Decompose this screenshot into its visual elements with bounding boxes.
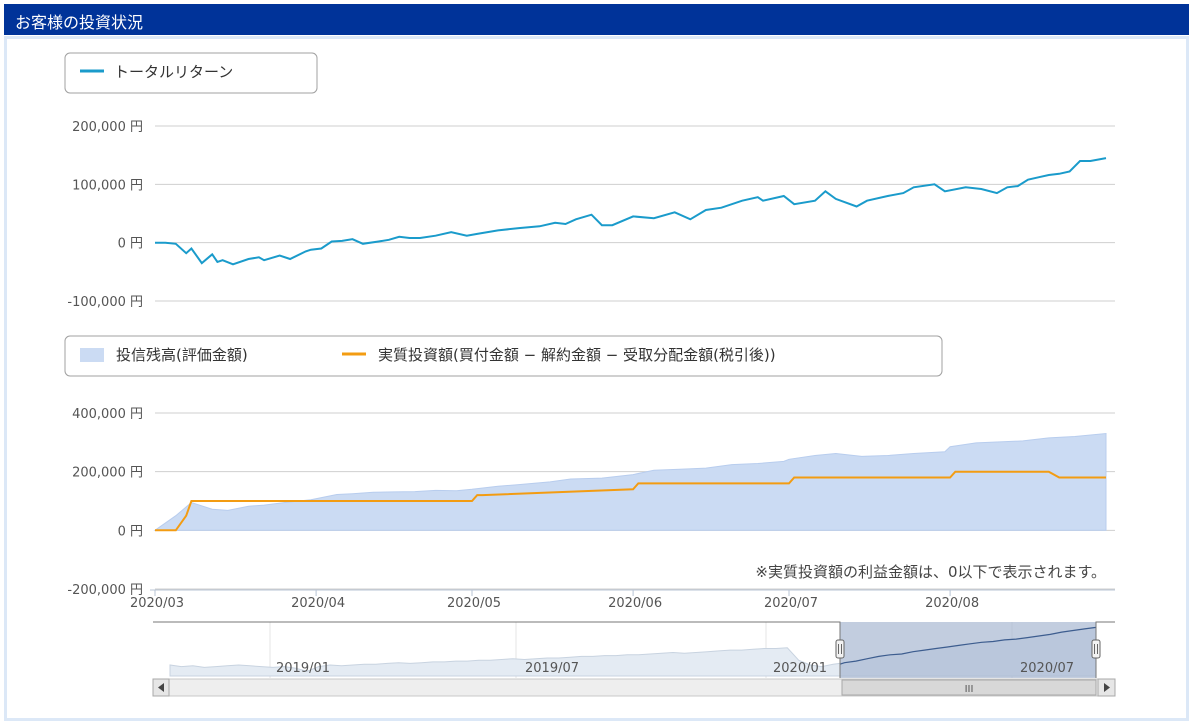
bottom-y-tick-label: 0 円 [118, 524, 143, 539]
legend-area-swatch [80, 348, 104, 362]
navigator-label: 2019/01 [276, 661, 330, 676]
legend-net-label: 実質投資額(買付金額 − 解約金額 − 受取分配金額(税引後)) [378, 346, 776, 364]
x-tick-label: 2020/08 [925, 596, 979, 611]
bottom-y-tick-label: 400,000 円 [72, 407, 143, 422]
return-line [155, 157, 1107, 266]
navigator-label: 2019/07 [525, 661, 579, 676]
chart-note: ※実質投資額の利益金額は、0以下で表示されます。 [755, 563, 1106, 581]
top-y-tick-label: 0 円 [118, 237, 143, 252]
legend-return[interactable]: トータルリターン [64, 52, 318, 94]
navigator-label: 2020/07 [1020, 661, 1074, 676]
legend-return-label: トータルリターン [114, 63, 233, 81]
scrollbar-grip: III [965, 684, 974, 695]
range-navigator[interactable]: 2019/01 2019/07 2020/01 2020/07 III [152, 621, 1116, 697]
legend-holdings[interactable]: 投信残高(評価金額) 実質投資額(買付金額 − 解約金額 − 受取分配金額(税引… [64, 335, 943, 377]
bottom-y-tick-label: 200,000 円 [72, 466, 143, 481]
x-tick-label: 2020/07 [764, 596, 818, 611]
top-y-tick-label: 100,000 円 [72, 178, 143, 193]
x-tick-label: 2020/06 [608, 596, 662, 611]
navigator-handle-left[interactable] [835, 639, 845, 659]
legend-area-label: 投信残高(評価金額) [116, 346, 248, 364]
chart-svg: トータルリターン 200,000 円 100,000 円 0 円 -100,000 円… [64, 52, 1116, 697]
x-tick-label: 2020/04 [291, 596, 345, 611]
top-y-tick-label: 200,000 円 [72, 120, 143, 135]
top-y-tick-label: -100,000 円 [67, 295, 143, 310]
x-tick-label: 2020/05 [447, 596, 501, 611]
navigator-label: 2020/01 [773, 661, 827, 676]
holdings-area [153, 432, 1107, 531]
navigator-handle-right[interactable] [1091, 639, 1101, 659]
x-tick-label: 2020/03 [130, 596, 184, 611]
